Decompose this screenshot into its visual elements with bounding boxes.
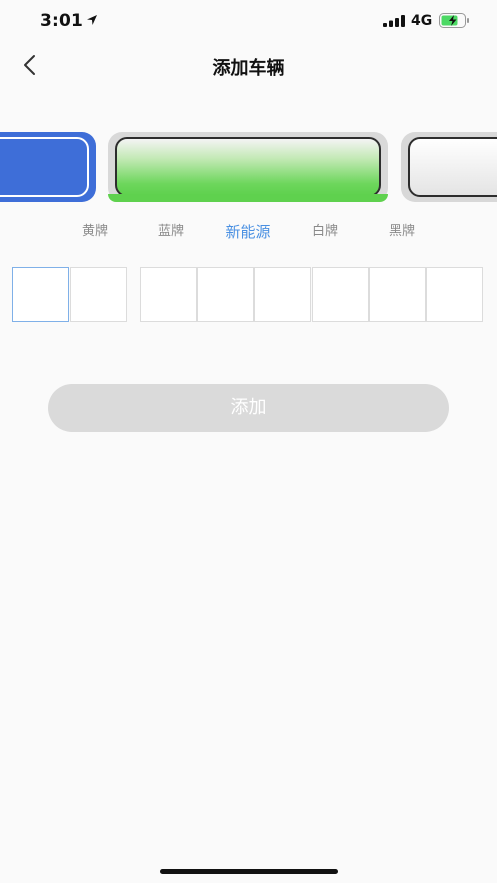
- location-arrow-icon: [87, 15, 97, 25]
- add-vehicle-button[interactable]: 添加: [48, 384, 449, 432]
- plate-char-cell-8[interactable]: [426, 267, 483, 322]
- network-type: 4G: [411, 13, 433, 29]
- plate-char-cell-3[interactable]: [140, 267, 197, 322]
- nav-bar: 添加车辆: [0, 44, 497, 88]
- plate-preview-new-energy[interactable]: [108, 132, 388, 202]
- tab-new-energy-plate[interactable]: 新能源: [225, 220, 270, 244]
- plate-char-cell-1[interactable]: [12, 267, 69, 322]
- plate-preview-blue[interactable]: [0, 132, 96, 202]
- plate-style-carousel[interactable]: [0, 132, 497, 206]
- tab-white-plate[interactable]: 白牌: [312, 220, 338, 244]
- status-bar: 3:01 4G: [0, 0, 497, 44]
- plate-char-cell-5[interactable]: [254, 267, 311, 322]
- tab-black-plate[interactable]: 黑牌: [389, 220, 415, 244]
- tab-blue-plate[interactable]: 蓝牌: [158, 220, 184, 244]
- home-indicator[interactable]: [160, 869, 338, 874]
- plate-number-input: [0, 267, 497, 323]
- tab-yellow-plate[interactable]: 黄牌: [82, 220, 108, 244]
- cellular-signal-icon: [383, 15, 405, 27]
- plate-type-tabs: 黄牌 蓝牌 新能源 白牌 黑牌: [0, 220, 497, 244]
- plate-char-cell-7[interactable]: [369, 267, 426, 322]
- plate-preview-white[interactable]: [401, 132, 497, 202]
- plate-char-cell-2[interactable]: [70, 267, 127, 322]
- battery-charging-icon: [439, 13, 469, 28]
- page-title: 添加车辆: [212, 58, 285, 79]
- status-time: 3:01: [40, 11, 84, 31]
- plate-char-cell-6[interactable]: [312, 267, 369, 322]
- plate-char-cell-4[interactable]: [197, 267, 254, 322]
